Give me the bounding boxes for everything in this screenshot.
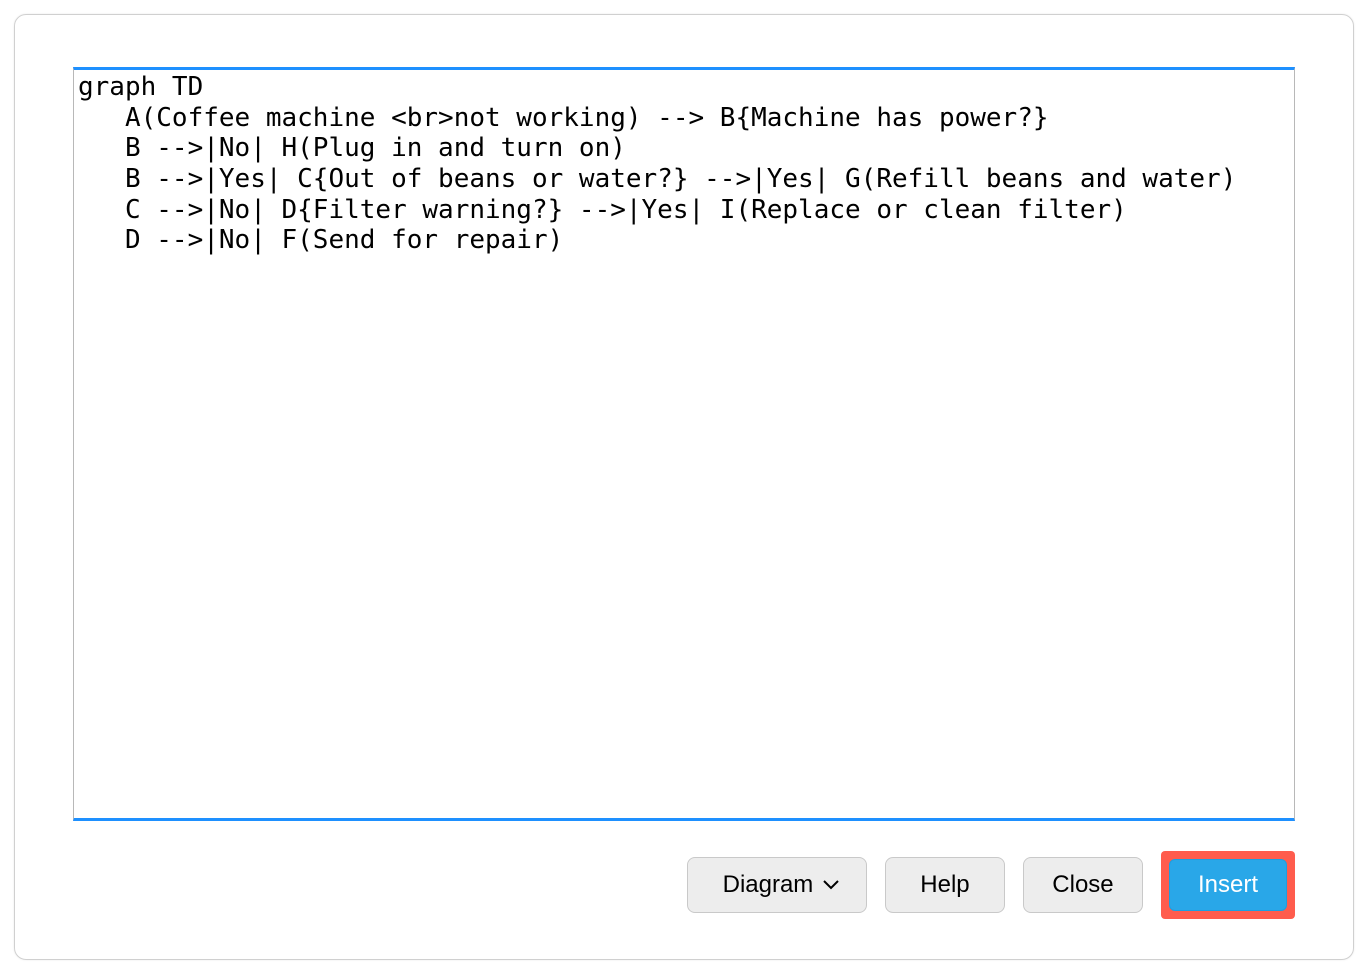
mermaid-code-input[interactable] <box>73 67 1295 821</box>
help-button-label: Help <box>920 871 969 899</box>
diagram-dropdown-label: Diagram <box>723 871 814 899</box>
insert-button-highlight: Insert <box>1161 851 1295 919</box>
insert-button-label: Insert <box>1198 871 1258 899</box>
close-button-label: Close <box>1052 871 1113 899</box>
help-button[interactable]: Help <box>885 857 1005 913</box>
diagram-type-dropdown[interactable]: Diagram <box>687 857 867 913</box>
insert-button[interactable]: Insert <box>1169 859 1287 911</box>
dialog-button-row: Diagram Help Close Insert <box>73 851 1295 919</box>
close-button[interactable]: Close <box>1023 857 1143 913</box>
mermaid-insert-dialog: Diagram Help Close Insert <box>14 14 1354 960</box>
chevron-down-icon <box>823 880 839 890</box>
